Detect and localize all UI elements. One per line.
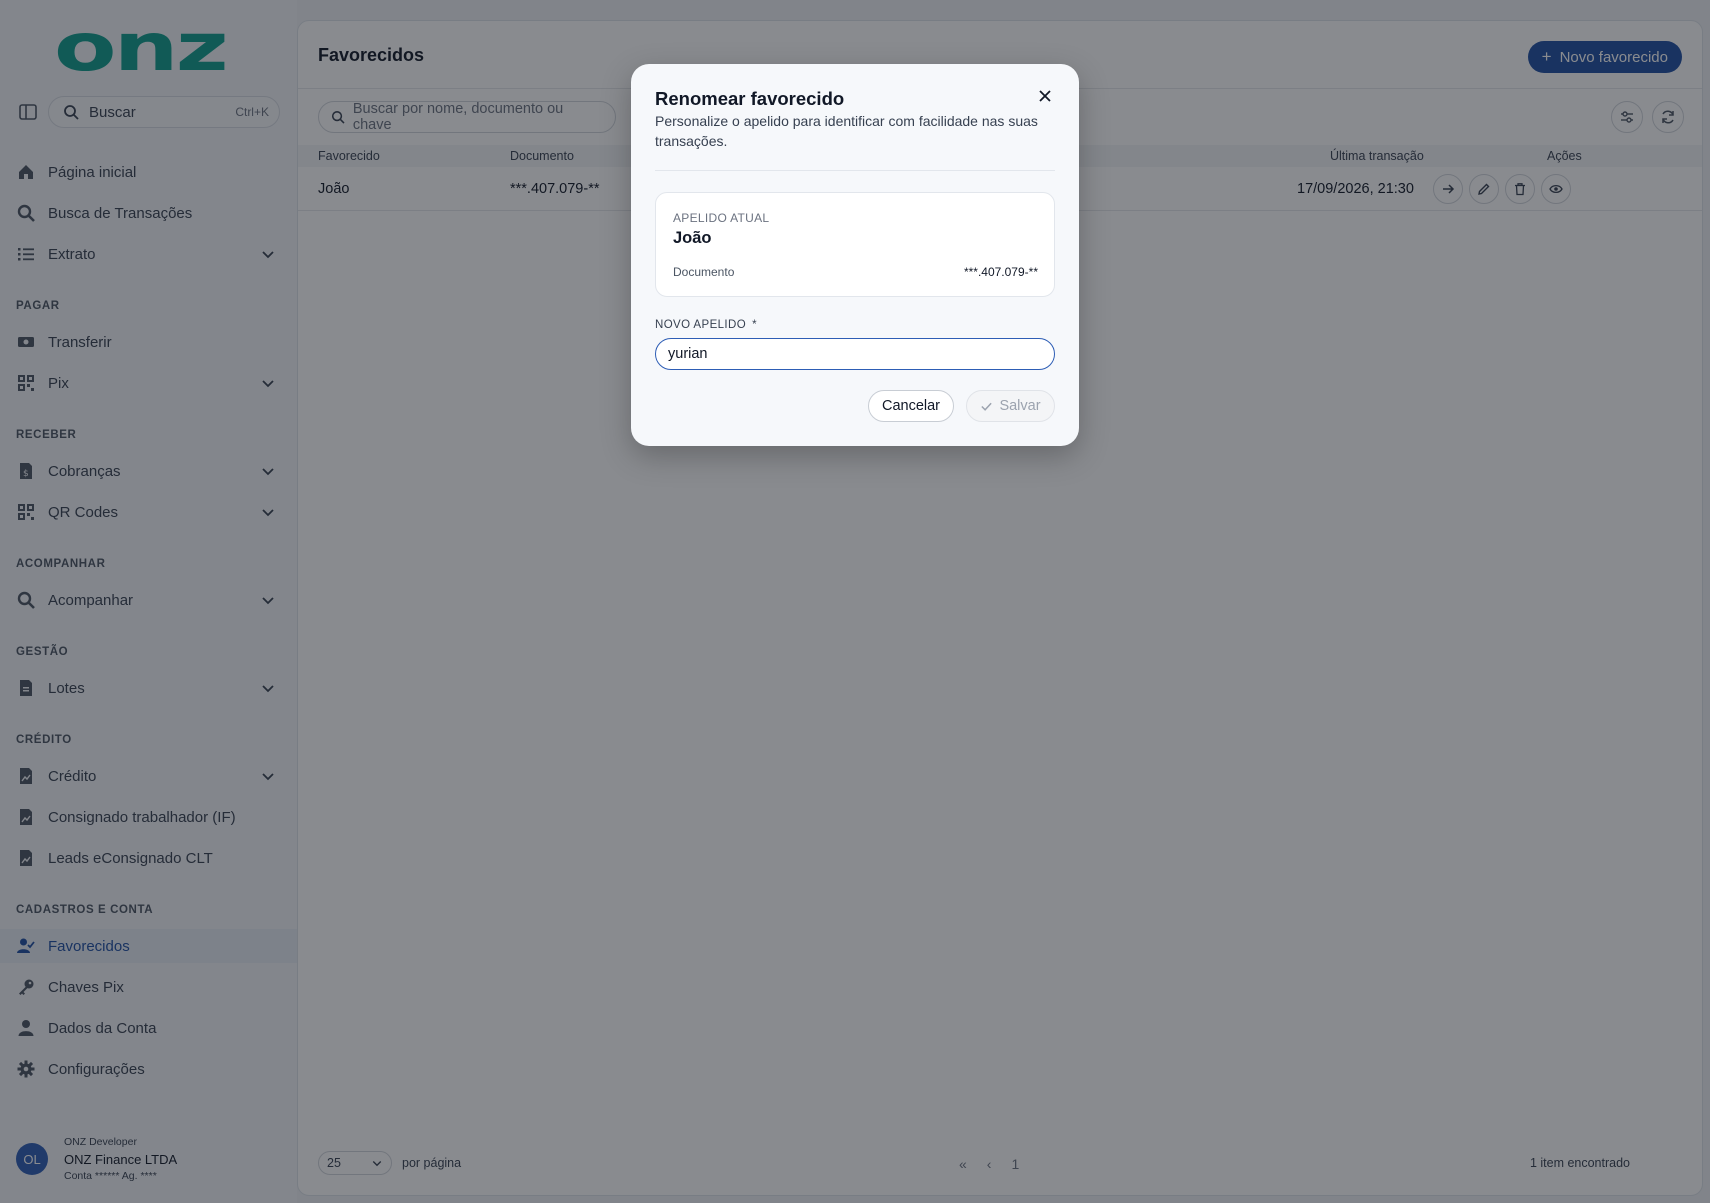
new-nickname-input[interactable] [655,338,1055,370]
cancel-button[interactable]: Cancelar [868,390,954,422]
save-button[interactable]: Salvar [966,390,1055,422]
new-nickname-label-text: NOVO APELIDO [655,319,747,331]
modal-description: Personalize o apelido para identificar c… [655,113,1038,150]
modal-divider [655,170,1055,171]
required-mark: * [752,319,757,331]
current-nickname-card: APELIDO ATUAL João Documento ***.407.079… [655,192,1055,297]
close-icon[interactable] [1035,86,1055,106]
save-label: Salvar [999,398,1041,414]
rename-modal: Renomear favorecido Personalize o apelid… [631,64,1079,446]
new-nickname-label: NOVO APELIDO * [655,319,757,331]
document-value: ***.407.079-** [963,265,1038,279]
modal-title: Renomear favorecido [655,88,845,109]
check-icon [981,402,993,411]
current-nickname-value: João [673,229,712,247]
document-label: Documento [673,265,735,279]
current-nickname-label: APELIDO ATUAL [673,211,770,225]
